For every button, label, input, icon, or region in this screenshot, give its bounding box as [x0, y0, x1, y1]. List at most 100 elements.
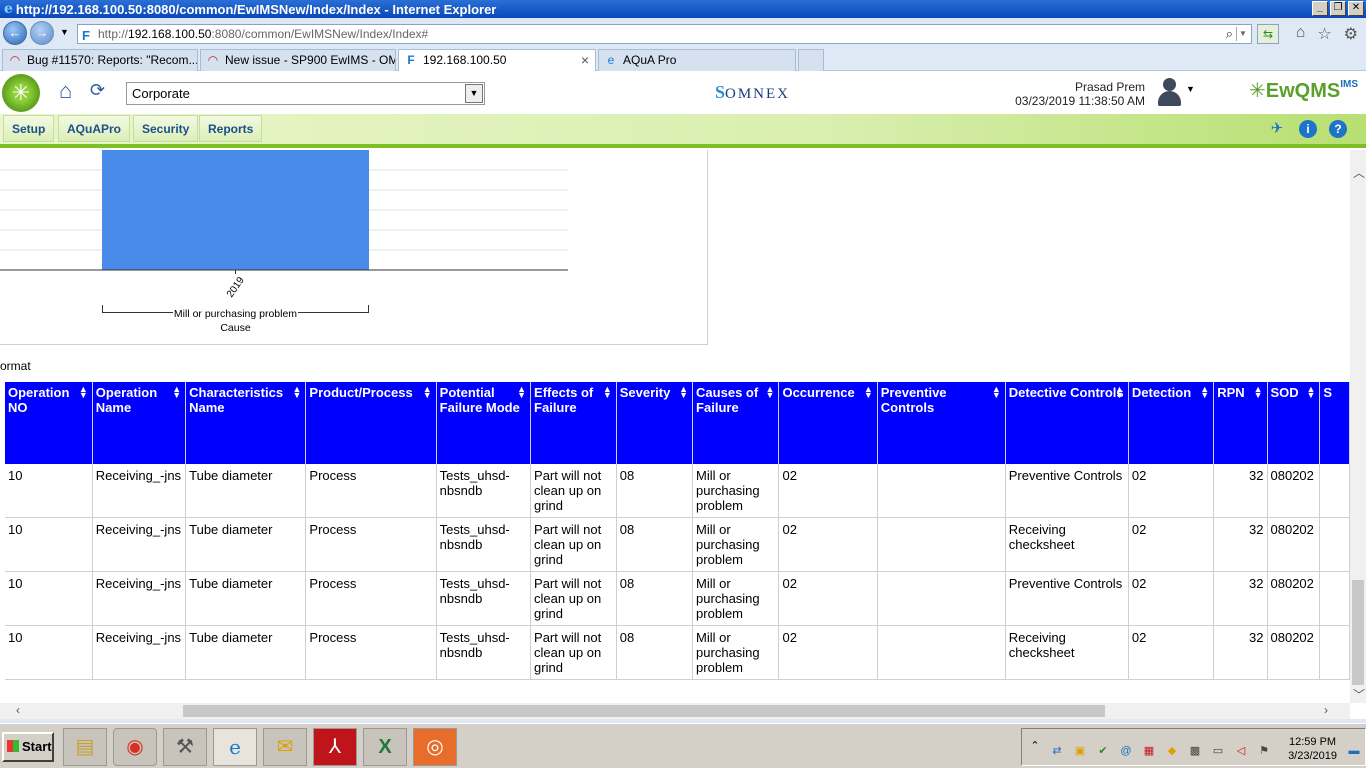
plant-select[interactable]: Corporate ▼	[126, 82, 485, 105]
horizontal-scrollbar[interactable]: ‹ ›	[0, 703, 1350, 719]
column-header[interactable]: Characteristics Name ▲ ▼	[185, 382, 307, 464]
menu-aquapro[interactable]: AQuAPro	[58, 115, 130, 142]
tab-aqua-pro[interactable]: e AQuA Pro	[598, 49, 796, 71]
explorer-folder-icon[interactable]: ▤	[63, 728, 107, 766]
app-orange-icon[interactable]: ◎	[413, 728, 457, 766]
start-button[interactable]: Start	[2, 732, 54, 762]
info-icon[interactable]: i	[1299, 120, 1317, 138]
refresh-icon[interactable]: ⟳	[90, 80, 105, 101]
tray-ie-icon[interactable]: @	[1119, 744, 1133, 758]
column-header[interactable]: Product/Process ▲ ▼	[305, 382, 437, 464]
scroll-up-icon[interactable]: ︿	[1353, 164, 1365, 181]
sort-icon[interactable]: ▲ ▼	[679, 385, 688, 400]
action-center-flag-icon[interactable]: ⚑	[1257, 744, 1271, 758]
excel-icon[interactable]: X	[363, 728, 407, 766]
address-dropdown-icon[interactable]: ▼	[1236, 27, 1249, 41]
sort-icon[interactable]: ▲ ▼	[292, 385, 301, 400]
sort-icon[interactable]: ▲ ▼	[423, 385, 432, 400]
bar[interactable]	[102, 150, 369, 270]
show-desktop-icon[interactable]: ▬	[1347, 744, 1361, 758]
address-bar[interactable]: F http://192.168.100.50:8080/common/EwIM…	[77, 24, 1252, 44]
tab-new-issue[interactable]: ◠ New issue - SP900 EwIMS - OM...	[200, 49, 396, 71]
forward-button[interactable]: →	[30, 21, 54, 45]
scroll-down-icon[interactable]: ﹀	[1353, 686, 1365, 703]
column-header[interactable]: Potential Failure Mode ▲ ▼	[436, 382, 532, 464]
tray-usb-icon[interactable]: ▩	[1188, 744, 1202, 758]
column-header[interactable]: Operation Name ▲ ▼	[92, 382, 187, 464]
tray-shield-icon[interactable]: ◆	[1165, 744, 1179, 758]
chrome-icon[interactable]: ◉	[113, 728, 157, 766]
history-dropdown-icon[interactable]: ▼	[60, 27, 69, 37]
column-header[interactable]: SOD ▲ ▼	[1267, 382, 1321, 464]
tray-sync-icon[interactable]: ✔	[1096, 744, 1110, 758]
app-logo-icon[interactable]: ✳	[2, 74, 40, 112]
home-icon[interactable]: ⌂	[1296, 24, 1306, 44]
sort-icon[interactable]: ▲ ▼	[1306, 385, 1315, 400]
favorites-star-icon[interactable]: ☆	[1317, 24, 1331, 44]
sort-icon[interactable]: ▲ ▼	[517, 385, 526, 400]
column-header[interactable]: Detection ▲ ▼	[1128, 382, 1215, 464]
column-header[interactable]: Preventive Controls ▲ ▼	[877, 382, 1006, 464]
tab-bug-11570[interactable]: ◠ Bug #11570: Reports: "Recom...	[2, 49, 198, 71]
sort-icon[interactable]: ▲ ▼	[172, 385, 181, 400]
menu-security[interactable]: Security	[133, 115, 199, 142]
tray-expand-icon[interactable]: ⌃	[1028, 739, 1042, 753]
acrobat-icon[interactable]: ⅄	[313, 728, 357, 766]
outlook-icon[interactable]: ✉	[263, 728, 307, 766]
sort-icon[interactable]: ▲ ▼	[864, 385, 873, 400]
table-row[interactable]: 10 Receiving_-jns Tube diameter Process Test…	[5, 625, 1350, 680]
column-header[interactable]: Occurrence ▲ ▼	[778, 382, 878, 464]
pin-icon[interactable]: ✈	[1268, 120, 1286, 138]
tab-current[interactable]: F 192.168.100.50 ×	[398, 49, 596, 71]
help-icon[interactable]: ?	[1329, 120, 1347, 138]
sort-icon[interactable]: ▲ ▼	[992, 385, 1001, 400]
vertical-scrollbar[interactable]: ︿ ﹀	[1350, 150, 1366, 703]
tray-notes-icon[interactable]: ▣	[1073, 744, 1087, 758]
sort-icon[interactable]: ▲ ▼	[1254, 385, 1263, 400]
sort-icon[interactable]: ▲ ▼	[603, 385, 612, 400]
column-header[interactable]: Detective Controls ▲ ▼	[1005, 382, 1129, 464]
new-tab-button[interactable]	[798, 49, 824, 71]
column-header[interactable]: Causes of Failure ▲ ▼	[692, 382, 780, 464]
tools-icon[interactable]: ⚒	[163, 728, 207, 766]
home-icon[interactable]: ⌂	[59, 78, 72, 104]
tray-security-icon[interactable]: ▦	[1142, 744, 1156, 758]
brand-name: OMNEX	[725, 86, 791, 102]
system-clock[interactable]: 12:59 PM 3/23/2019	[1288, 735, 1337, 763]
settings-gear-icon[interactable]: ⚙	[1344, 24, 1358, 44]
column-header[interactable]: Effects of Failure ▲ ▼	[530, 382, 617, 464]
table-row[interactable]: 10 Receiving_-jns Tube diameter Process Test…	[5, 571, 1350, 626]
column-header[interactable]: RPN ▲ ▼	[1213, 382, 1268, 464]
menu-reports[interactable]: Reports	[199, 115, 263, 142]
internet-explorer-icon[interactable]: e	[213, 728, 257, 766]
sort-icon[interactable]: ▲ ▼	[79, 385, 88, 400]
sort-icon[interactable]: ▲ ▼	[1200, 385, 1209, 400]
sort-icon[interactable]: ▲ ▼	[766, 385, 775, 400]
search-icon[interactable]: ⌕	[1226, 25, 1233, 43]
table-cell	[1319, 571, 1350, 626]
table-row[interactable]: 10 Receiving_-jns Tube diameter Process Test…	[5, 464, 1350, 518]
chevron-down-icon[interactable]: ▼	[465, 84, 483, 103]
system-tray: ⌃ ⇄ ▣ ✔ @ ▦ ◆ ▩ ▭ ◁ ⚑ 12:59 PM 3/23/2019…	[1021, 728, 1366, 766]
user-avatar-icon[interactable]	[1156, 76, 1182, 106]
restore-button[interactable]: ❐	[1330, 1, 1346, 16]
vertical-scroll-thumb[interactable]	[1352, 580, 1364, 685]
scroll-left-icon[interactable]: ‹	[16, 703, 20, 717]
minimize-button[interactable]: _	[1312, 1, 1328, 16]
column-header[interactable]: Severity ▲ ▼	[616, 382, 694, 464]
volume-icon[interactable]: ◁	[1234, 744, 1248, 758]
network-icon[interactable]: ▭	[1211, 744, 1225, 758]
back-button[interactable]: ←	[3, 21, 27, 45]
compatibility-view-icon[interactable]: ⇆	[1257, 24, 1279, 44]
horizontal-scroll-thumb[interactable]	[183, 705, 1105, 717]
menu-setup[interactable]: Setup	[3, 115, 55, 142]
close-window-button[interactable]: ✕	[1348, 1, 1364, 16]
user-menu-chevron-icon[interactable]: ▼	[1186, 84, 1195, 94]
scroll-right-icon[interactable]: ›	[1324, 703, 1328, 717]
column-header[interactable]: S	[1319, 382, 1350, 464]
table-row[interactable]: 10 Receiving_-jns Tube diameter Process Test…	[5, 517, 1350, 572]
sort-icon[interactable]: ▲ ▼	[1115, 385, 1124, 400]
close-tab-icon[interactable]: ×	[581, 50, 589, 70]
teamviewer-icon[interactable]: ⇄	[1050, 744, 1064, 758]
column-header[interactable]: Operation NO ▲ ▼	[5, 382, 93, 464]
